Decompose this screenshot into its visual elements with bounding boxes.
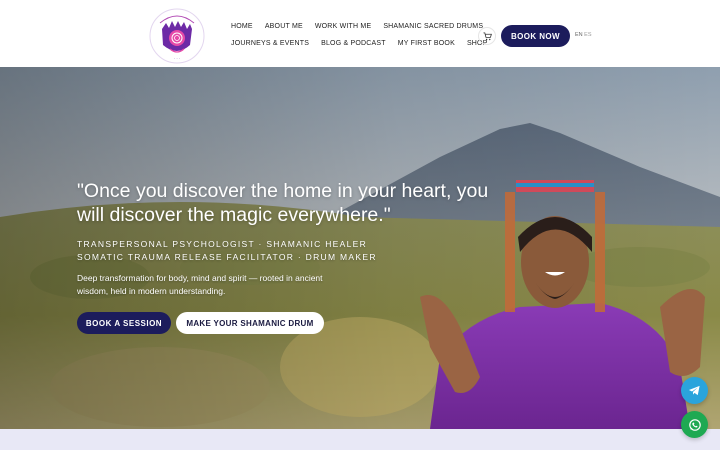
nav-my-first-book[interactable]: MY FIRST BOOK [398,40,455,47]
lang-es[interactable]: ES [584,32,591,38]
nav-blog-podcast[interactable]: BLOG & PODCAST [321,40,386,47]
site-header: · · · HOME ABOUT ME WORK WITH ME SHAMANI… [0,0,720,67]
nav-home[interactable]: HOME [231,23,253,30]
book-a-session-button[interactable]: BOOK A SESSION [77,312,171,334]
nav-about-me[interactable]: ABOUT ME [265,23,303,30]
hero-section: "Once you discover the home in your hear… [0,67,720,429]
next-section-strip [0,429,720,450]
svg-text:· · ·: · · · [174,56,180,61]
hero-roles-line-2: SOMATIC TRAUMA RELEASE FACILITATOR · DRU… [77,252,377,262]
nav-row-top: HOME ABOUT ME WORK WITH ME SHAMANIC SACR… [231,18,483,35]
whatsapp-button[interactable] [681,411,708,438]
nav-work-with-me[interactable]: WORK WITH ME [315,23,371,30]
cart-icon [482,31,492,40]
book-now-button[interactable]: BOOK NOW [501,25,570,47]
telegram-icon [688,385,700,396]
make-your-drum-button[interactable]: MAKE YOUR SHAMANIC DRUM [176,312,324,334]
hero-roles-line-1: TRANSPERSONAL PSYCHOLOGIST · SHAMANIC HE… [77,239,368,249]
cart-button[interactable] [478,27,496,45]
site-logo[interactable]: · · · [148,7,206,65]
nav-row-bottom: JOURNEYS & EVENTS BLOG & PODCAST MY FIRS… [231,35,487,52]
language-switcher: EN ES [575,32,592,38]
main-nav: HOME ABOUT ME WORK WITH ME SHAMANIC SACR… [231,18,487,52]
hero-roles: TRANSPERSONAL PSYCHOLOGIST · SHAMANIC HE… [77,238,377,264]
nav-journeys-events[interactable]: JOURNEYS & EVENTS [231,40,309,47]
hero-quote: "Once you discover the home in your hear… [77,180,489,226]
whatsapp-icon [688,418,701,431]
telegram-button[interactable] [681,377,708,404]
nav-shamanic-sacred-drums[interactable]: SHAMANIC SACRED DRUMS [383,23,483,30]
hero-description: Deep transformation for body, mind and s… [77,273,323,296]
lang-en[interactable]: EN [575,32,583,38]
